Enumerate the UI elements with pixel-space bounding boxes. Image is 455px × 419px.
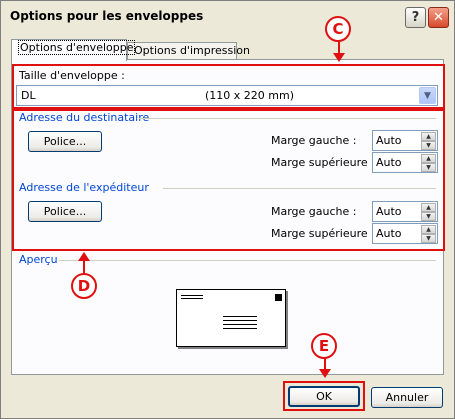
callout-e-arrowhead (319, 369, 331, 378)
title-bar[interactable]: Options pour les enveloppes ? ✕ (1, 1, 454, 30)
stamp-icon (275, 294, 282, 301)
callout-d-badge: D (71, 273, 97, 299)
envelope-preview (176, 289, 286, 347)
callout-d-arrow (83, 260, 85, 273)
tab-envelope-options-label: Options d'enveloppe (18, 40, 136, 55)
sender-address-line (181, 298, 203, 299)
preview-group-divider (59, 260, 436, 261)
callout-c-badge: C (325, 16, 351, 42)
callout-c-arrowhead (333, 53, 345, 62)
tab-envelope-options[interactable]: Options d'enveloppe (11, 39, 136, 61)
recipient-address-line (223, 324, 257, 325)
callout-d-box (12, 109, 445, 251)
recipient-address-line (223, 320, 257, 321)
envelope-options-dialog: Options pour les enveloppes ? ✕ Options … (0, 0, 455, 419)
callout-e-box (283, 381, 365, 411)
recipient-address-line (223, 316, 257, 317)
cancel-button[interactable]: Annuler (371, 387, 443, 408)
recipient-address-line (223, 328, 257, 329)
tab-print-options[interactable]: Options d'impression (127, 42, 250, 60)
help-button[interactable]: ? (405, 7, 426, 28)
preview-group-title: Aperçu (19, 253, 58, 266)
close-button[interactable]: ✕ (428, 7, 449, 28)
sender-address-line (181, 295, 203, 296)
callout-e-badge: E (311, 333, 337, 359)
callout-c-box (12, 64, 445, 109)
tab-print-options-label: Options d'impression (134, 44, 250, 57)
dialog-title: Options pour les enveloppes (10, 9, 204, 23)
